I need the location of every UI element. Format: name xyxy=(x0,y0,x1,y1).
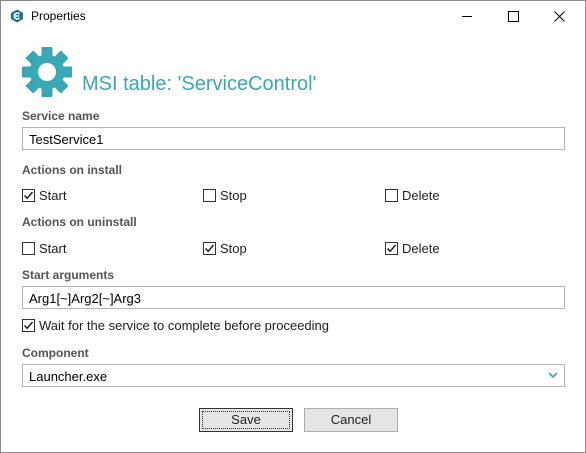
checkbox-label: Delete xyxy=(402,188,440,203)
checkbox-box[interactable] xyxy=(22,319,35,332)
cancel-button[interactable]: Cancel xyxy=(304,408,398,432)
checkbox-label: Start xyxy=(39,188,67,203)
cancel-button-label: Cancel xyxy=(330,412,372,427)
checkmark-icon xyxy=(204,244,215,253)
actions-on-uninstall-label: Actions on uninstall xyxy=(22,215,137,229)
checkbox-box[interactable] xyxy=(22,242,35,255)
minimize-button[interactable] xyxy=(445,1,491,32)
close-icon xyxy=(554,11,565,22)
chevron-down-icon xyxy=(548,372,558,379)
checkmark-icon xyxy=(23,191,34,200)
checkbox-box[interactable] xyxy=(22,189,35,202)
checkbox-label: Stop xyxy=(220,188,247,203)
maximize-icon xyxy=(508,11,519,22)
service-name-input[interactable]: TestService1 xyxy=(22,127,565,150)
minimize-icon xyxy=(462,16,472,17)
checkbox-label: Stop xyxy=(220,241,247,256)
checkbox-box[interactable] xyxy=(203,189,216,202)
component-dropdown[interactable]: Launcher.exe xyxy=(22,364,565,387)
save-button[interactable]: Save xyxy=(199,408,293,432)
checkbox-box[interactable] xyxy=(385,242,398,255)
start-arguments-input[interactable]: Arg1[~]Arg2[~]Arg3 xyxy=(22,286,565,309)
checkbox-label: Wait for the service to complete before … xyxy=(39,318,329,333)
page-title: MSI table: 'ServiceControl' xyxy=(82,73,317,95)
close-button[interactable] xyxy=(537,1,583,32)
checkmark-icon xyxy=(386,244,397,253)
component-label: Component xyxy=(22,346,89,360)
actions-on-install-label: Actions on install xyxy=(22,163,123,177)
app-icon xyxy=(11,9,23,23)
service-name-label: Service name xyxy=(22,109,100,123)
window-title: Properties xyxy=(31,9,86,23)
component-value: Launcher.exe xyxy=(29,369,108,384)
gear-icon xyxy=(22,47,72,97)
checkbox-label: Start xyxy=(39,241,67,256)
maximize-button[interactable] xyxy=(491,1,537,32)
focus-rectangle xyxy=(202,411,290,429)
start-arguments-label: Start arguments xyxy=(22,268,115,282)
checkbox-label: Delete xyxy=(402,241,440,256)
checkbox-box[interactable] xyxy=(385,189,398,202)
checkbox-box[interactable] xyxy=(203,242,216,255)
title-bar: Properties xyxy=(1,1,585,32)
checkmark-icon xyxy=(23,321,34,330)
properties-window: Properties MSI table: 'ServiceControl' S… xyxy=(0,0,586,453)
